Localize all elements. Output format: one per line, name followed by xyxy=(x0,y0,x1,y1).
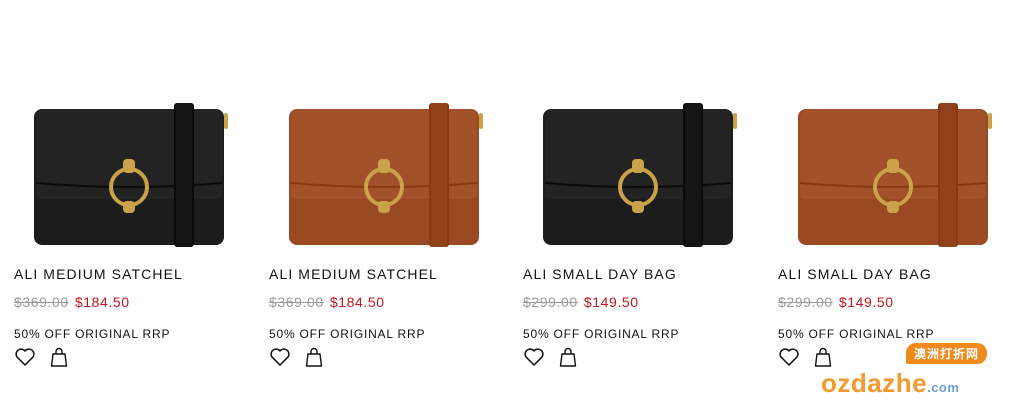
discount-label: 50% OFF ORIGINAL RRP xyxy=(14,327,171,341)
discount-label: 50% OFF ORIGINAL RRP xyxy=(523,327,680,341)
product-image[interactable] xyxy=(533,95,743,255)
bag-illustration xyxy=(289,103,483,247)
watermark-tag: 澳洲打折网 xyxy=(905,343,987,364)
original-price: $369.00 xyxy=(269,294,324,310)
sale-price: $184.50 xyxy=(329,294,385,310)
price-block: $369.00 $184.50 xyxy=(269,294,385,310)
price-block: $369.00 $184.50 xyxy=(14,294,130,310)
price-block: $299.00 $149.50 xyxy=(523,294,639,310)
product-name[interactable]: ALI SMALL DAY BAG xyxy=(523,266,677,282)
bag-illustration xyxy=(798,103,992,247)
product-card: ALI MEDIUM SATCHEL $369.00 $184.50 50% OF… xyxy=(14,0,254,407)
heart-icon[interactable] xyxy=(14,346,36,368)
bag-illustration xyxy=(34,103,228,247)
original-price: $299.00 xyxy=(523,294,578,310)
product-image[interactable] xyxy=(788,95,998,255)
watermark: 澳洲打折网 ozdazhe.com xyxy=(821,343,1001,401)
product-actions xyxy=(269,346,325,368)
sale-price: $184.50 xyxy=(74,294,130,310)
product-image[interactable] xyxy=(24,95,234,255)
heart-icon[interactable] xyxy=(778,346,800,368)
watermark-logo: ozdazhe.com xyxy=(821,368,959,399)
watermark-logo-suffix: .com xyxy=(927,380,960,395)
discount-label: 50% OFF ORIGINAL RRP xyxy=(778,327,935,341)
product-actions xyxy=(14,346,70,368)
product-name[interactable]: ALI SMALL DAY BAG xyxy=(778,266,932,282)
shopping-bag-icon[interactable] xyxy=(48,346,70,368)
price-block: $299.00 $149.50 xyxy=(778,294,894,310)
shopping-bag-icon[interactable] xyxy=(303,346,325,368)
product-name[interactable]: ALI MEDIUM SATCHEL xyxy=(269,266,438,282)
discount-label: 50% OFF ORIGINAL RRP xyxy=(269,327,426,341)
sale-price: $149.50 xyxy=(838,294,894,310)
sale-price: $149.50 xyxy=(583,294,639,310)
heart-icon[interactable] xyxy=(269,346,291,368)
product-actions xyxy=(523,346,579,368)
bag-illustration xyxy=(543,103,737,247)
original-price: $299.00 xyxy=(778,294,833,310)
product-image[interactable] xyxy=(279,95,489,255)
original-price: $369.00 xyxy=(14,294,69,310)
product-card: ALI MEDIUM SATCHEL $369.00 $184.50 50% OF… xyxy=(269,0,509,407)
heart-icon[interactable] xyxy=(523,346,545,368)
product-card: ALI SMALL DAY BAG $299.00 $149.50 50% OFF… xyxy=(523,0,763,407)
shopping-bag-icon[interactable] xyxy=(557,346,579,368)
product-name[interactable]: ALI MEDIUM SATCHEL xyxy=(14,266,183,282)
watermark-logo-text: ozdazhe xyxy=(821,368,928,398)
